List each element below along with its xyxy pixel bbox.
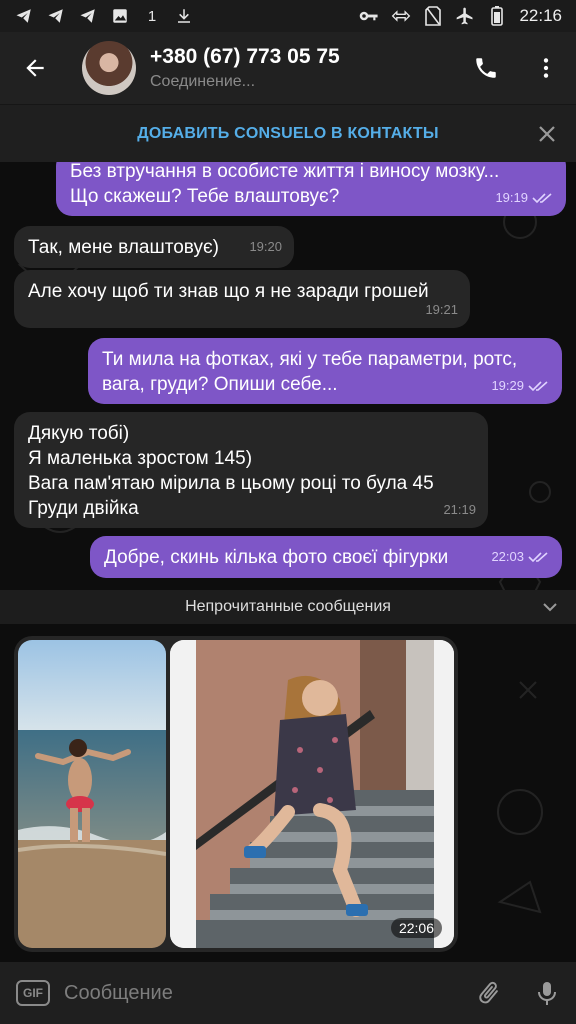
message-text-line: Що скажеш? Тебе влаштовує? xyxy=(70,186,340,207)
more-options-button[interactable] xyxy=(516,32,576,104)
message-outgoing[interactable]: Ти мила на фотках, які у тебе параметри,… xyxy=(88,338,562,404)
paperclip-icon xyxy=(479,981,498,1004)
chevron-down-icon[interactable] xyxy=(540,597,560,617)
message-incoming[interactable]: Дякую тобі) Я маленька зростом 145) Вага… xyxy=(14,412,488,528)
message-incoming[interactable]: Але хочу щоб ти знав що я не заради грош… xyxy=(14,270,470,328)
double-check-icon xyxy=(528,380,548,391)
message-outgoing[interactable]: Добре, скинь кілька фото своєї фігурки 2… xyxy=(90,536,562,578)
message-text-line: Без втручання в особисте життя і виносу … xyxy=(70,162,500,182)
message-text-line: вага, груди? Опиши себе... xyxy=(102,374,338,395)
message-time: 19:29 xyxy=(491,378,524,393)
more-vertical-icon xyxy=(543,58,549,78)
message-text-line: Груди двійка xyxy=(28,498,139,519)
message-outgoing[interactable]: Без втручання в особисте життя і виносу … xyxy=(56,162,566,216)
message-text-line: Вага пам'ятаю мірила в цьому році то бул… xyxy=(28,473,434,494)
status-bar: 1 22:16 xyxy=(0,0,576,32)
message-time: 22:06 xyxy=(390,918,442,938)
message-time: 21:19 xyxy=(443,502,476,517)
close-icon xyxy=(539,126,555,142)
airplane-icon xyxy=(455,6,475,26)
message-time: 19:19 xyxy=(495,190,528,205)
message-text-line: Ти мила на фотках, які у тебе параметри,… xyxy=(102,349,518,370)
no-sim-icon xyxy=(423,6,443,26)
message-text-line: Я маленька зростом 145) xyxy=(28,448,253,469)
photo-message[interactable]: 22:06 xyxy=(14,636,458,952)
microphone-icon xyxy=(538,982,556,1005)
unread-label: Непрочитанные сообщения xyxy=(185,598,391,615)
attach-button[interactable] xyxy=(460,962,518,1024)
double-check-icon xyxy=(528,551,548,562)
battery-icon xyxy=(487,6,507,26)
add-contact-button[interactable]: ДОБАВИТЬ CONSUELO В КОНТАКТЫ xyxy=(137,125,438,143)
message-list[interactable]: Без втручання в особисте життя і виносу … xyxy=(0,162,576,962)
telegram-icon xyxy=(14,6,34,26)
telegram-icon xyxy=(46,6,66,26)
beach-photo-image xyxy=(18,640,166,948)
message-input[interactable] xyxy=(64,981,460,1005)
contact-phone: +380 (67) 773 05 75 xyxy=(150,45,340,68)
message-text-line: Але хочу щоб ти знав що я не заради грош… xyxy=(28,281,429,302)
message-text-line: Добре, скинь кілька фото своєї фігурки xyxy=(104,547,449,568)
telegram-icon xyxy=(78,6,98,26)
stairs-photo[interactable]: 22:06 xyxy=(170,640,454,948)
unread-divider: Непрочитанные сообщения xyxy=(0,590,576,624)
network-indicator: 1 xyxy=(147,7,157,25)
close-add-contact-button[interactable] xyxy=(532,119,562,149)
call-button[interactable] xyxy=(456,32,516,104)
status-time: 22:16 xyxy=(519,6,562,25)
message-incoming[interactable]: Так, мене влаштовує) 19:20 xyxy=(14,226,294,268)
stairs-photo-image xyxy=(170,640,454,948)
message-time: 22:03 xyxy=(491,549,524,564)
message-time: 19:20 xyxy=(249,239,282,254)
avatar[interactable] xyxy=(82,41,136,95)
message-text-line: Так, мене влаштовує) xyxy=(28,237,219,258)
beach-photo[interactable] xyxy=(18,640,166,948)
connection-status: Соединение... xyxy=(150,73,256,90)
add-contact-bar: ДОБАВИТЬ CONSUELO В КОНТАКТЫ xyxy=(0,104,576,162)
message-text-line: Дякую тобі) xyxy=(28,423,130,444)
image-icon xyxy=(110,6,130,26)
back-button[interactable] xyxy=(0,32,70,104)
gif-button[interactable]: GIF xyxy=(16,980,50,1006)
double-check-icon xyxy=(532,192,552,203)
key-icon xyxy=(359,6,379,26)
voice-record-button[interactable] xyxy=(518,962,576,1024)
phone-icon xyxy=(476,58,496,78)
arrow-left-icon xyxy=(26,59,44,77)
download-icon xyxy=(174,6,194,26)
compose-bar: GIF xyxy=(0,962,576,1024)
chat-header: +380 (67) 773 05 75 Соединение... xyxy=(0,32,576,104)
header-text[interactable]: +380 (67) 773 05 75 Соединение... xyxy=(150,45,340,91)
sync-icon xyxy=(391,6,411,26)
message-time: 19:21 xyxy=(425,302,458,317)
